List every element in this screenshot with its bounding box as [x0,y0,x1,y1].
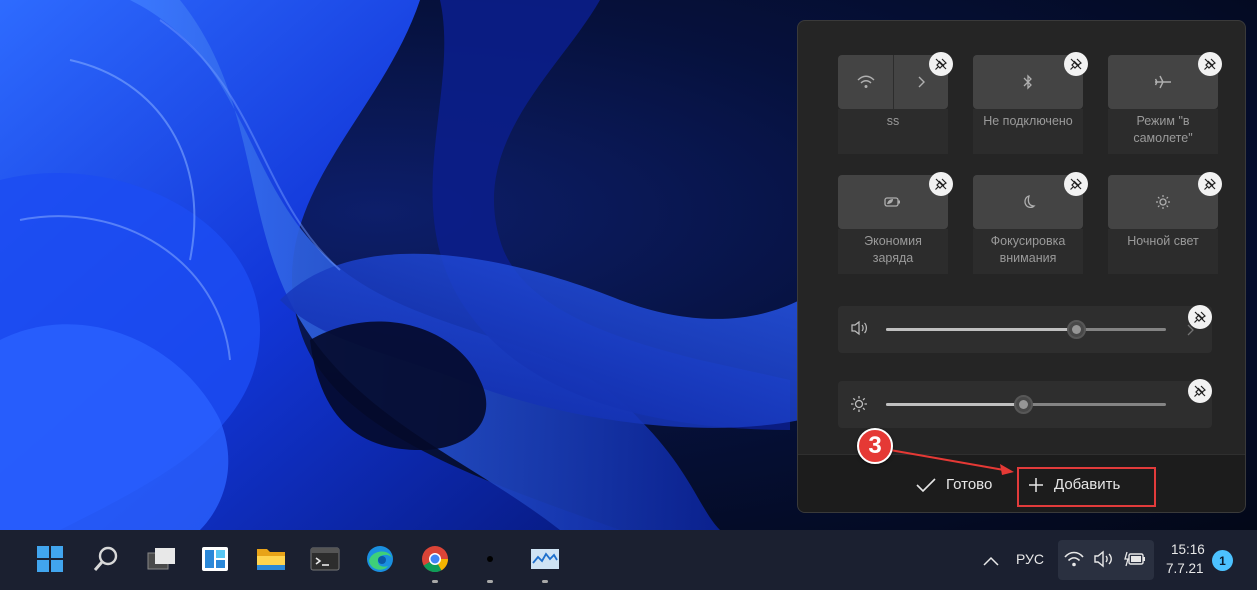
running-indicator [542,580,548,583]
running-indicator [432,580,438,583]
unpin-icon[interactable] [929,52,953,76]
unpin-icon[interactable] [1198,52,1222,76]
bluetooth-icon [1023,74,1032,90]
unpin-icon[interactable] [1188,305,1212,329]
checkmark-icon [916,477,936,492]
airplane-icon [1154,75,1171,89]
tile-label: Режим "в самолете" [1133,114,1193,145]
tile-label: ss [886,114,900,128]
battery-icon [1124,551,1146,571]
brightness-slider-fill [886,403,1024,406]
chevron-up-icon[interactable] [983,551,999,570]
tile-label: Фокусировка внимания [990,234,1066,265]
chrome-icon[interactable] [417,541,453,577]
terminal-icon[interactable] [307,541,343,577]
start-icon[interactable] [32,541,68,577]
wifi-icon[interactable] [838,55,893,109]
speaker-icon[interactable] [850,320,870,340]
battery-saver-icon [884,197,900,207]
edge-icon[interactable] [362,541,398,577]
volume-slider-thumb[interactable] [1066,320,1086,339]
brightness-slider[interactable] [886,395,1166,414]
brightness-icon [1156,195,1170,209]
clock-time[interactable]: 15:16 [1171,542,1205,557]
tile-label: Ночной свет [1127,234,1199,248]
done-button[interactable]: Готово [916,476,992,493]
speaker-icon [1093,550,1115,572]
moon-icon [1024,195,1036,209]
volume-slider-container [838,306,1212,353]
widgets-icon[interactable] [197,541,233,577]
sun-icon [850,395,868,417]
file-explorer-icon[interactable] [253,541,289,577]
volume-slider[interactable] [886,320,1166,339]
task-view-icon[interactable] [143,541,179,577]
monitor-app-icon[interactable] [527,541,563,577]
tile-label: Не подключено [983,114,1073,128]
language-indicator[interactable]: РУС [1016,551,1044,567]
clock-date[interactable]: 7.7.21 [1166,561,1204,576]
unpin-icon[interactable] [1188,379,1212,403]
done-button-label: Готово [946,476,993,493]
volume-slider-fill [886,328,1077,331]
unpin-icon[interactable] [1198,172,1222,196]
unpin-icon[interactable] [929,172,953,196]
wifi-icon [1064,551,1084,571]
unpin-icon[interactable] [1064,52,1088,76]
tile-label: Экономия заряда [864,234,922,265]
notification-badge[interactable]: 1 [1212,550,1233,571]
search-icon[interactable] [88,541,124,577]
add-button-highlight [1017,467,1156,507]
step-callout: 3 [857,428,893,464]
running-indicator [487,580,493,583]
brightness-slider-container [838,381,1212,428]
unpin-icon[interactable] [1064,172,1088,196]
brightness-slider-thumb[interactable] [1013,395,1033,414]
app-icon[interactable] [472,541,508,577]
